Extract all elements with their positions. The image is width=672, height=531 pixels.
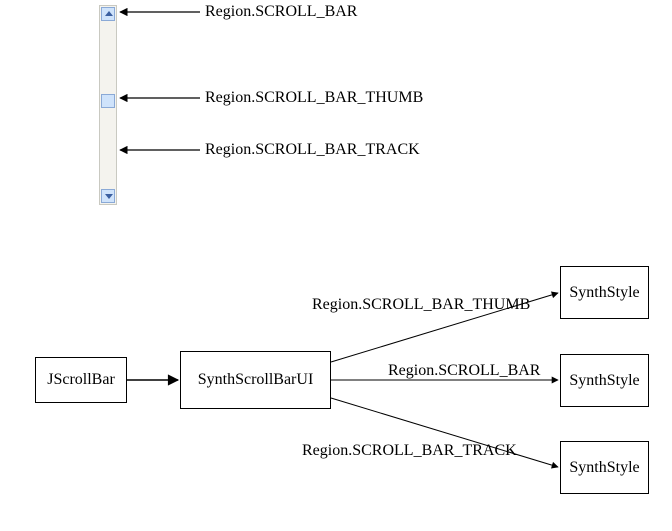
scrollbar-thumb[interactable] (101, 94, 115, 108)
node-synthstyle-bot: SynthStyle (560, 441, 649, 494)
callout-scroll-bar-thumb: Region.SCROLL_BAR_THUMB (205, 89, 423, 107)
callout-scroll-bar: Region.SCROLL_BAR (205, 3, 357, 21)
edge-label-bar: Region.SCROLL_BAR (388, 362, 540, 380)
chevron-down-icon (105, 194, 113, 199)
scrollbar-down-button[interactable] (101, 189, 115, 203)
node-synthscrollbarui: SynthScrollBarUI (180, 351, 331, 409)
node-synthstyle-top: SynthStyle (560, 266, 649, 319)
node-synthstyle-mid: SynthStyle (560, 354, 649, 407)
diagram-stage: Region.SCROLL_BAR Region.SCROLL_BAR_THUM… (0, 0, 672, 531)
scrollbar-up-button[interactable] (101, 7, 115, 21)
edge-label-thumb: Region.SCROLL_BAR_THUMB (312, 296, 530, 314)
scrollbar-mockup (99, 5, 117, 205)
chevron-up-icon (105, 11, 113, 16)
node-jscrollbar: JScrollBar (35, 357, 127, 403)
callout-scroll-bar-track: Region.SCROLL_BAR_TRACK (205, 141, 420, 159)
edge-label-track: Region.SCROLL_BAR_TRACK (302, 442, 517, 460)
